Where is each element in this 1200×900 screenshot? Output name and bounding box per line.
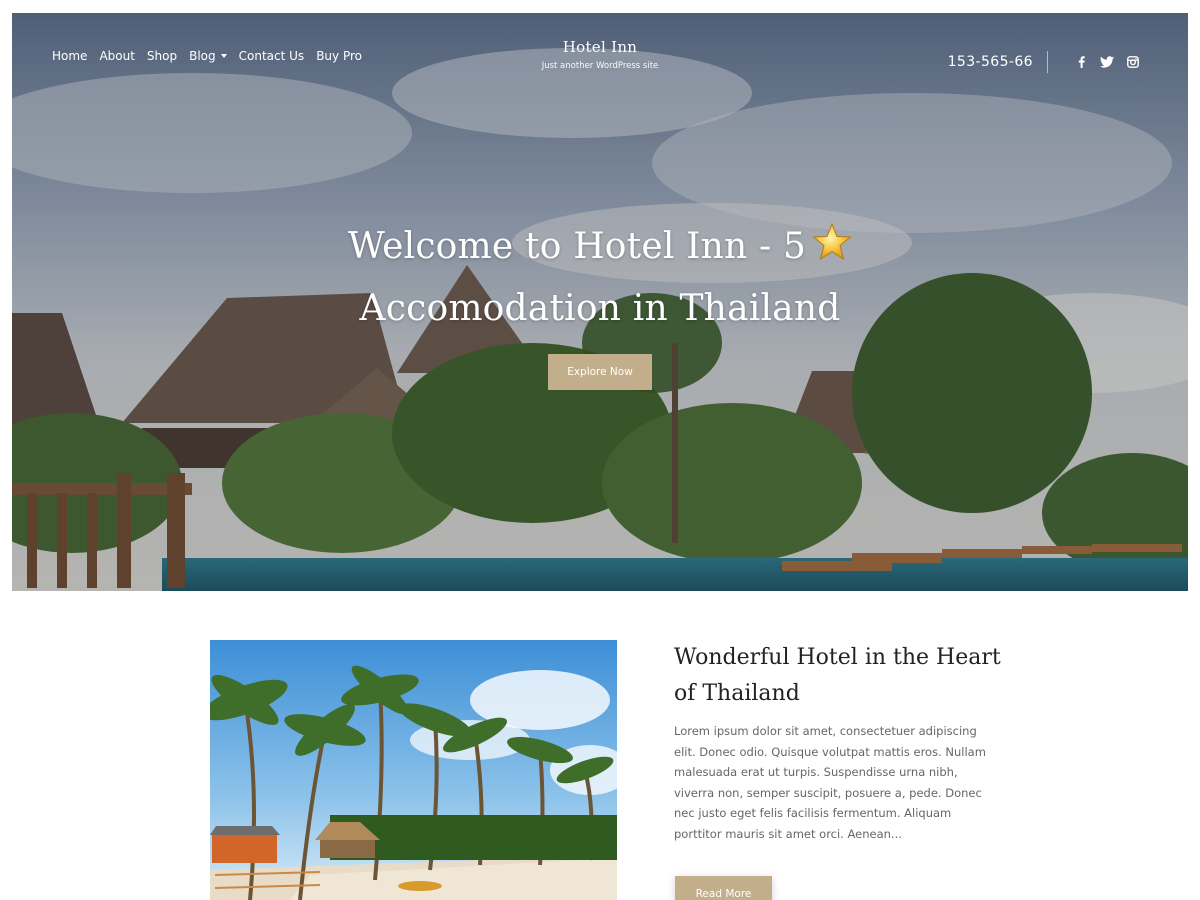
twitter-icon[interactable]	[1100, 55, 1114, 69]
hero-banner: Home About Shop Blog Contact Us Buy Pro …	[12, 13, 1188, 591]
feature-excerpt: Lorem ipsum dolor sit amet, consectetuer…	[674, 724, 986, 841]
divider	[1047, 51, 1048, 73]
hero-title-line-2: Accomodation in Thailand	[359, 288, 841, 329]
header-contact: 153-565-66	[948, 51, 1140, 73]
read-more-button[interactable]: Read More	[675, 876, 772, 900]
explore-now-button[interactable]: Explore Now	[548, 354, 652, 390]
feature-title: Wonderful Hotel in the Heart of Thailand	[674, 645, 1001, 706]
phone-number[interactable]: 153-565-66	[948, 54, 1033, 70]
instagram-icon[interactable]	[1126, 55, 1140, 69]
hero-title: Welcome to Hotel Inn - 5 Accomodation in…	[12, 218, 1188, 338]
star-icon	[812, 222, 853, 280]
hero-title-line-1: Welcome to Hotel Inn - 5	[347, 226, 807, 267]
feature-image	[210, 640, 617, 900]
facebook-icon[interactable]	[1074, 55, 1088, 69]
